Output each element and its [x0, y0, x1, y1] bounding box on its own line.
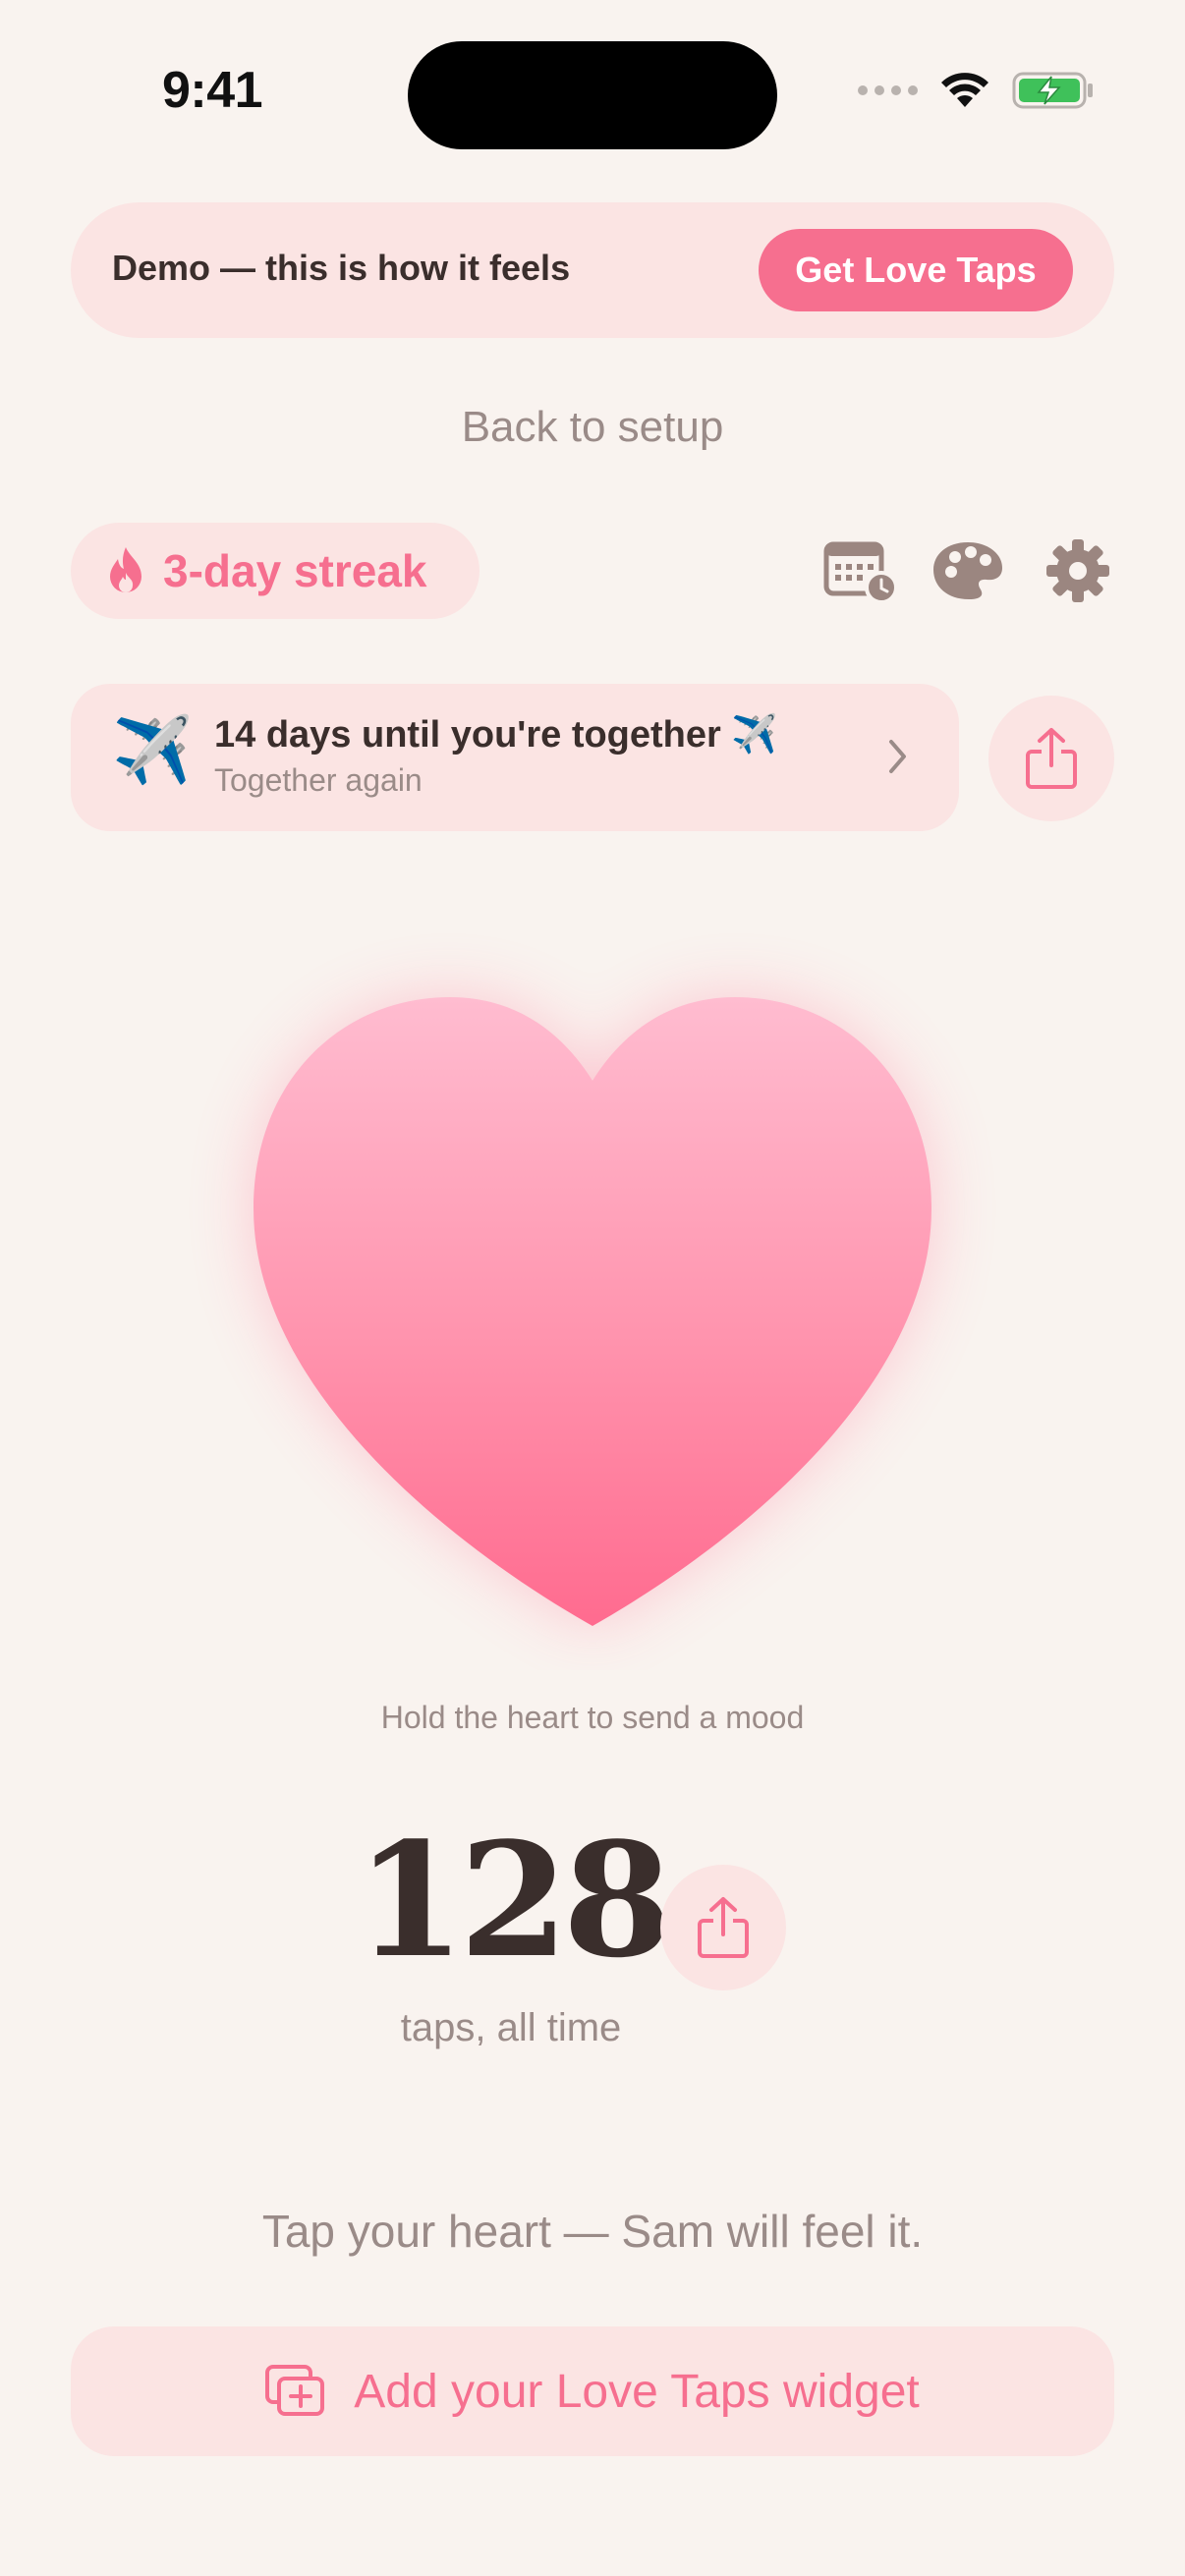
share-countdown-button[interactable] — [988, 696, 1114, 821]
airplane-icon: ✈️ — [112, 713, 194, 786]
battery-charging-icon — [1012, 72, 1093, 109]
get-love-taps-button[interactable]: Get Love Taps — [759, 229, 1073, 311]
chevron-right-icon — [889, 740, 906, 773]
add-widget-button[interactable]: Add your Love Taps widget — [71, 2326, 1114, 2456]
status-icons — [858, 71, 1095, 110]
countdown-subtitle: Together again — [214, 762, 423, 798]
streak-label: 3-day streak — [163, 545, 427, 596]
tagline: Tap your heart — Sam will feel it. — [261, 2206, 924, 2257]
share-icon — [698, 1897, 749, 1958]
add-widget-label: Add your Love Taps widget — [354, 2365, 920, 2418]
countdown-title: 14 days until you're together ✈️ — [214, 714, 778, 756]
countdown-card[interactable] — [71, 684, 959, 831]
gear-icon[interactable] — [1040, 532, 1116, 609]
dynamic-island — [408, 41, 777, 149]
palette-icon[interactable] — [930, 532, 1006, 609]
status-time: 9:41 — [162, 62, 263, 119]
wifi-icon — [941, 73, 988, 107]
flame-icon — [110, 547, 141, 592]
share-count-button[interactable] — [660, 1865, 786, 1990]
streak-badge[interactable]: 3-day streak — [71, 523, 480, 619]
back-to-setup-link[interactable]: Back to setup — [0, 403, 1185, 452]
tap-count: 128 — [356, 1808, 672, 1992]
share-icon — [1026, 728, 1077, 789]
add-widget-icon — [265, 2365, 325, 2416]
tap-count-label: taps, all time — [400, 2006, 622, 2049]
cellular-signal-icon — [858, 85, 918, 95]
demo-banner-text: Demo — this is how it feels — [112, 248, 571, 288]
calendar-clock-icon[interactable] — [821, 532, 898, 609]
heart-button[interactable] — [150, 904, 1035, 1670]
heart-hint: Hold the heart to send a mood — [380, 1700, 805, 1735]
